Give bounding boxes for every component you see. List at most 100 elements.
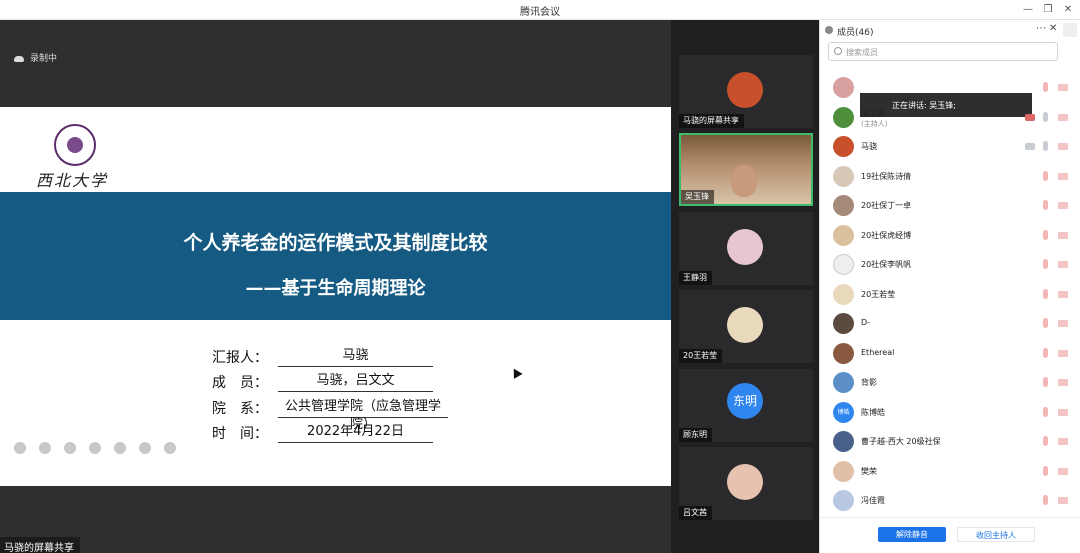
camera-off-icon[interactable] bbox=[1058, 350, 1068, 357]
list-item[interactable]: 19社保陈诗倩 bbox=[820, 164, 1080, 190]
list-item[interactable]: 20社保虎经博 bbox=[820, 223, 1080, 249]
list-item[interactable]: 20王若莹 bbox=[820, 282, 1080, 308]
unmute-all-button[interactable]: 解除静音 bbox=[878, 527, 946, 542]
members-value: 马骁，吕文文 bbox=[278, 372, 433, 392]
date-value: 2022年4月22日 bbox=[278, 423, 433, 443]
department-label: 院 系： bbox=[212, 401, 268, 417]
members-label: 成 员： bbox=[212, 375, 268, 391]
camera-off-icon[interactable] bbox=[1058, 320, 1068, 327]
zoom-icon[interactable] bbox=[89, 441, 101, 454]
list-item[interactable]: D- bbox=[820, 311, 1080, 337]
list-item[interactable]: 背影 bbox=[820, 370, 1080, 396]
list-item[interactable]: 博皓 陈博皓 bbox=[820, 400, 1080, 426]
video-tile[interactable]: 20王若莹 bbox=[679, 290, 813, 363]
video-tile[interactable]: 吕文茜 bbox=[679, 447, 813, 520]
member-name: Ethereal bbox=[861, 348, 895, 357]
mic-muted-icon[interactable] bbox=[1043, 407, 1048, 417]
close-icon[interactable]: ✕ bbox=[1060, 2, 1076, 17]
close-panel-icon[interactable]: ✕ bbox=[1049, 23, 1057, 34]
list-item[interactable]: 20社保丁一卓 bbox=[820, 193, 1080, 219]
mic-muted-icon[interactable] bbox=[1043, 348, 1048, 358]
video-tile[interactable]: 马骁的屏幕共享 bbox=[679, 55, 813, 128]
camera-off-icon[interactable] bbox=[1058, 261, 1068, 268]
share-caption: 马骁的屏幕共享 bbox=[0, 537, 80, 553]
camera-off-icon[interactable] bbox=[1058, 84, 1068, 91]
avatar bbox=[833, 254, 854, 275]
camera-off-icon[interactable] bbox=[1058, 409, 1068, 416]
presenter-label: 汇报人： bbox=[212, 350, 268, 366]
mic-muted-icon[interactable] bbox=[1043, 318, 1048, 328]
mic-muted-icon[interactable] bbox=[1043, 171, 1048, 181]
mic-muted-icon[interactable] bbox=[1043, 200, 1048, 210]
meeting-window: 腾讯会议 — ❐ ✕ 录制中 西北大学 个人养老金的运作模式及其制度比较 ——基… bbox=[0, 0, 1080, 553]
list-item[interactable]: 樊荣 bbox=[820, 459, 1080, 485]
mic-icon[interactable] bbox=[1043, 112, 1048, 122]
minimize-icon[interactable]: — bbox=[1020, 2, 1036, 17]
next-slide-icon[interactable] bbox=[39, 441, 51, 454]
reclaim-host-button[interactable]: 收回主持人 bbox=[957, 527, 1035, 542]
avatar bbox=[833, 431, 854, 452]
member-name: 曹子越-西大 20级社保 bbox=[861, 437, 941, 446]
camera-icon[interactable] bbox=[114, 441, 126, 454]
list-item[interactable]: 曹子越-西大 20级社保 bbox=[820, 429, 1080, 455]
mic-muted-icon[interactable] bbox=[1043, 466, 1048, 476]
camera-off-icon[interactable] bbox=[1058, 497, 1068, 504]
slide-subtitle: ——基于生命周期理论 bbox=[245, 278, 426, 299]
camera-off-icon[interactable] bbox=[1058, 202, 1068, 209]
list-item[interactable]: 20社保李帆帆 bbox=[820, 252, 1080, 278]
avatar: 博皓 bbox=[833, 402, 854, 423]
mic-muted-icon[interactable] bbox=[1043, 259, 1048, 269]
recording-label: 录制中 bbox=[30, 54, 58, 64]
avatar bbox=[833, 136, 854, 157]
camera-off-icon[interactable] bbox=[1058, 232, 1068, 239]
more-options-icon[interactable]: ⋯ bbox=[1036, 23, 1046, 34]
mic-muted-icon[interactable] bbox=[1043, 377, 1048, 387]
person-icon bbox=[825, 26, 833, 34]
maximize-icon[interactable]: ❐ bbox=[1040, 2, 1056, 17]
pen-icon[interactable] bbox=[64, 441, 76, 454]
camera-off-icon[interactable] bbox=[1058, 291, 1068, 298]
avatar bbox=[833, 461, 854, 482]
panel-menu-icon[interactable] bbox=[1063, 23, 1077, 37]
tile-name: 20王若莹 bbox=[679, 349, 723, 363]
avatar bbox=[833, 490, 854, 511]
camera-off-icon[interactable] bbox=[1058, 143, 1068, 150]
camera-off-icon[interactable] bbox=[1058, 114, 1068, 121]
more-icon[interactable] bbox=[164, 441, 176, 454]
recording-indicator: 录制中 bbox=[14, 51, 57, 64]
title-bar: 腾讯会议 — ❐ ✕ bbox=[0, 0, 1080, 20]
member-name: 19社保陈诗倩 bbox=[861, 172, 912, 181]
members-panel-footer: 解除静音 收回主持人 bbox=[820, 517, 1080, 553]
video-tile[interactable]: 东明 顾东明 bbox=[679, 369, 813, 442]
avatar bbox=[833, 107, 854, 128]
mic-muted-icon[interactable] bbox=[1043, 436, 1048, 446]
list-item[interactable]: Ethereal bbox=[820, 341, 1080, 367]
camera-off-icon[interactable] bbox=[1058, 379, 1068, 386]
list-item[interactable]: 吴玉锋 (主持人) bbox=[820, 105, 1080, 131]
camera-off-icon[interactable] bbox=[1058, 438, 1068, 445]
member-search-input[interactable]: 搜索成员 bbox=[828, 42, 1058, 61]
tile-name: 吕文茜 bbox=[679, 506, 712, 520]
department-value: 公共管理学院（应急管理学院） bbox=[278, 398, 448, 432]
list-item[interactable]: 马骁 bbox=[820, 134, 1080, 160]
mic-muted-icon[interactable] bbox=[1043, 289, 1048, 299]
video-tile-active-speaker[interactable]: 吴玉锋 bbox=[679, 133, 813, 206]
camera-off-icon[interactable] bbox=[1058, 468, 1068, 475]
previous-slide-icon[interactable] bbox=[14, 441, 26, 454]
mic-muted-icon[interactable] bbox=[1043, 82, 1048, 92]
mic-muted-icon[interactable] bbox=[1043, 495, 1048, 505]
host-tag: (主持人) bbox=[861, 120, 888, 128]
mic-icon[interactable] bbox=[1043, 141, 1048, 151]
list-item[interactable]: 冯佳霞 bbox=[820, 488, 1080, 514]
member-name: 马骁 bbox=[861, 142, 877, 151]
member-name: 陈博皓 bbox=[861, 408, 885, 417]
camera-off-icon[interactable] bbox=[1058, 173, 1068, 180]
search-placeholder: 搜索成员 bbox=[846, 48, 878, 57]
slide-title: 个人养老金的运作模式及其制度比较 bbox=[183, 232, 488, 254]
video-strip: 马骁的屏幕共享 吴玉锋 王静羽 20王若莹 东明 顾东明 吕文茜 bbox=[671, 20, 819, 553]
members-count-title: 成员(46) bbox=[837, 28, 874, 38]
mic-muted-icon[interactable] bbox=[1043, 230, 1048, 240]
avatar bbox=[833, 166, 854, 187]
video-tile[interactable]: 王静羽 bbox=[679, 212, 813, 285]
subtitle-icon[interactable] bbox=[139, 441, 151, 454]
